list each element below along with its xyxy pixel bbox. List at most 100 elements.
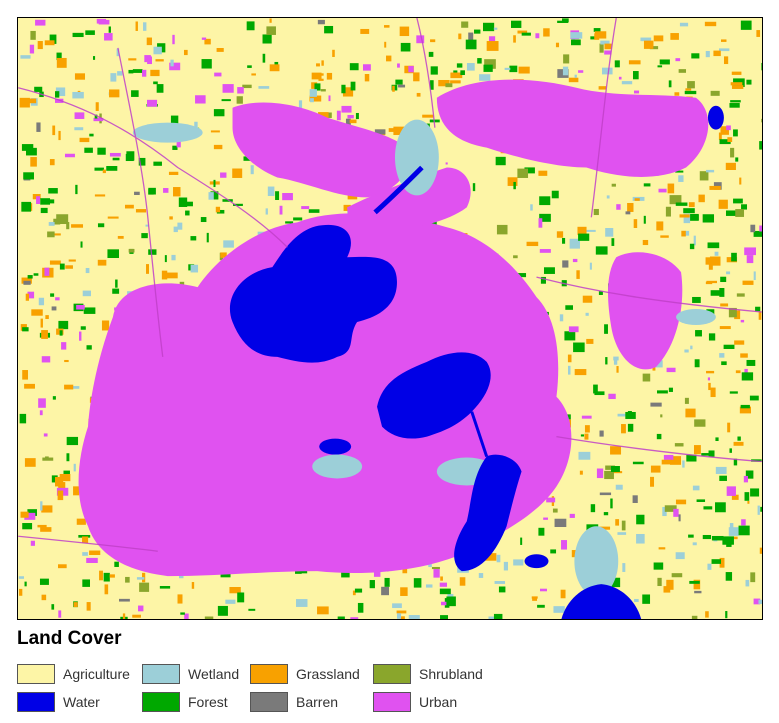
land-patch [760, 506, 762, 512]
land-patch [532, 597, 538, 601]
land-patch [136, 577, 145, 580]
land-patch [150, 69, 160, 77]
land-patch [653, 562, 664, 570]
land-patch [58, 130, 61, 141]
land-patch [711, 535, 724, 541]
land-patch [719, 288, 725, 297]
land-patch [554, 518, 567, 528]
land-patch [279, 205, 283, 215]
land-patch [117, 235, 124, 239]
land-patch [73, 602, 78, 608]
land-patch [27, 275, 33, 279]
land-patch [739, 177, 742, 185]
land-patch [627, 423, 634, 432]
land-patch [21, 201, 32, 212]
land-patch [97, 259, 107, 266]
land-patch [599, 43, 604, 53]
land-patch [678, 175, 684, 182]
land-patch [37, 41, 43, 50]
land-patch [79, 137, 90, 143]
land-patch [51, 604, 55, 610]
land-patch [726, 125, 731, 131]
land-patch [41, 505, 53, 513]
swatch-forest [142, 692, 180, 712]
land-patch [730, 82, 743, 86]
land-patch [357, 602, 364, 613]
land-patch [553, 606, 565, 613]
land-patch [326, 72, 333, 80]
land-patch [97, 147, 106, 155]
land-patch [75, 184, 78, 195]
land-patch [392, 603, 402, 609]
land-patch [483, 64, 493, 72]
land-patch [658, 547, 666, 550]
land-patch [124, 204, 134, 209]
land-patch [400, 42, 411, 52]
legend-label: Water [63, 694, 100, 710]
land-patch [725, 572, 733, 581]
land-patch [74, 127, 84, 131]
land-patch [55, 297, 60, 301]
land-patch [606, 195, 610, 199]
land-patch [633, 219, 638, 229]
land-patch [513, 559, 524, 566]
land-patch [643, 183, 651, 187]
land-patch [40, 527, 52, 532]
land-patch [173, 226, 178, 233]
land-patch [740, 353, 748, 358]
land-patch [570, 39, 581, 46]
land-patch [349, 119, 357, 124]
land-patch [670, 33, 679, 40]
land-patch [45, 315, 49, 319]
land-patch [408, 615, 420, 619]
land-patch [569, 513, 575, 518]
land-patch [201, 37, 207, 40]
land-patch [250, 165, 254, 175]
land-patch [262, 53, 266, 63]
land-patch [275, 191, 280, 200]
land-patch [667, 183, 675, 194]
land-patch [341, 84, 346, 94]
land-patch [311, 72, 322, 80]
land-patch [24, 458, 36, 467]
land-patch [665, 206, 671, 217]
land-patch [518, 66, 530, 74]
land-patch [733, 198, 743, 204]
land-patch [82, 552, 88, 556]
land-patch [431, 566, 440, 570]
land-patch [72, 32, 84, 38]
land-patch [350, 617, 359, 619]
land-patch [153, 81, 158, 85]
land-patch [73, 463, 76, 472]
land-cover-map [17, 17, 763, 620]
land-patch [675, 499, 687, 505]
land-patch [721, 361, 727, 366]
land-patch [190, 236, 197, 241]
land-patch [568, 77, 579, 83]
land-patch [354, 588, 363, 593]
land-patch [384, 41, 387, 48]
land-patch [727, 137, 733, 142]
land-patch [710, 387, 716, 398]
land-patch [466, 63, 475, 71]
land-patch [678, 69, 687, 73]
land-patch [177, 222, 183, 230]
land-patch [232, 168, 243, 178]
land-patch [685, 408, 696, 418]
land-patch [112, 157, 120, 161]
land-patch [248, 608, 256, 611]
land-patch [657, 390, 668, 394]
land-patch [146, 37, 152, 46]
land-patch [55, 91, 60, 98]
land-patch [61, 342, 67, 350]
land-patch [76, 518, 86, 525]
land-patch [503, 561, 509, 571]
land-patch [758, 599, 762, 604]
land-patch [317, 606, 329, 615]
land-patch [364, 74, 370, 82]
land-patch [56, 57, 67, 68]
land-patch [718, 132, 722, 140]
land-patch [740, 319, 745, 323]
land-patch [552, 508, 558, 513]
legend-label: Grassland [296, 666, 360, 682]
